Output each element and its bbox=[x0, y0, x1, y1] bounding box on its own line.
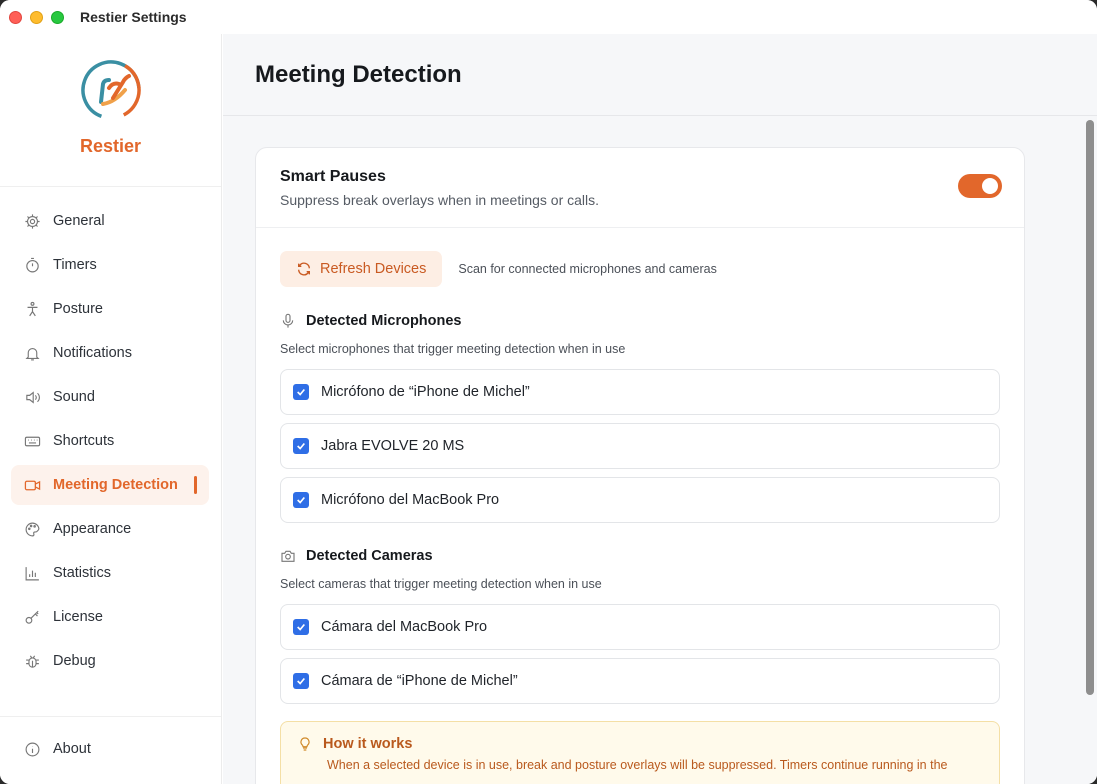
window-title: Restier Settings bbox=[80, 9, 187, 25]
cameras-title: Detected Cameras bbox=[306, 548, 433, 564]
device-label: Jabra EVOLVE 20 MS bbox=[321, 438, 465, 454]
smart-pauses-card: Smart Pauses Suppress break overlays whe… bbox=[255, 147, 1025, 784]
checkbox-checked-icon[interactable] bbox=[293, 492, 309, 508]
close-window-button[interactable] bbox=[9, 10, 22, 24]
sidebar-item-label: Statistics bbox=[53, 565, 112, 581]
bug-icon bbox=[23, 652, 41, 670]
refresh-devices-button[interactable]: Refresh Devices bbox=[280, 251, 443, 287]
microphones-description: Select microphones that trigger meeting … bbox=[280, 342, 626, 356]
zoom-window-button[interactable] bbox=[51, 10, 64, 24]
sidebar-item-timers[interactable]: Timers bbox=[11, 245, 209, 285]
cameras-description: Select cameras that trigger meeting dete… bbox=[280, 577, 602, 591]
checkbox-checked-icon[interactable] bbox=[293, 438, 309, 454]
keyboard-icon bbox=[23, 432, 41, 450]
smart-pauses-subtitle: Suppress break overlays when in meetings… bbox=[280, 192, 600, 208]
sidebar-item-label: Timers bbox=[53, 257, 97, 273]
list-item[interactable]: Cámara de “iPhone de Michel” bbox=[280, 658, 1000, 704]
sidebar-item-appearance[interactable]: Appearance bbox=[11, 509, 209, 549]
settings-window: Restier Settings Restier General Timers … bbox=[0, 0, 1097, 784]
sidebar-item-label: Notifications bbox=[53, 345, 132, 361]
microphone-icon bbox=[282, 313, 294, 328]
device-label: Cámara del MacBook Pro bbox=[321, 619, 488, 635]
key-icon bbox=[23, 608, 41, 626]
sidebar-item-statistics[interactable]: Statistics bbox=[11, 553, 209, 593]
title-bar: Restier Settings bbox=[0, 0, 1097, 34]
sidebar-item-about[interactable]: About bbox=[11, 729, 209, 769]
camera-icon bbox=[281, 550, 295, 562]
person-icon bbox=[23, 300, 41, 318]
sidebar-item-label: License bbox=[53, 609, 103, 625]
sidebar-item-license[interactable]: License bbox=[11, 597, 209, 637]
video-camera-icon bbox=[23, 476, 41, 494]
refresh-row: Refresh Devices Scan for connected micro… bbox=[280, 251, 1000, 287]
page-header: Meeting Detection bbox=[223, 34, 1097, 116]
refresh-devices-label: Refresh Devices bbox=[320, 261, 427, 277]
how-it-works-title-row: How it works bbox=[297, 736, 983, 752]
active-indicator bbox=[194, 476, 197, 494]
checkbox-checked-icon[interactable] bbox=[293, 673, 309, 689]
info-icon bbox=[23, 740, 41, 758]
sidebar-nav: General Timers Posture Notifications Sou… bbox=[0, 187, 221, 681]
sidebar-item-label: General bbox=[53, 213, 105, 229]
gear-icon bbox=[23, 212, 41, 230]
checkbox-checked-icon[interactable] bbox=[293, 384, 309, 400]
sidebar-item-label: About bbox=[53, 741, 91, 757]
how-it-works-title: How it works bbox=[323, 736, 413, 752]
sidebar-item-notifications[interactable]: Notifications bbox=[11, 333, 209, 373]
brand-header: Restier bbox=[0, 34, 221, 187]
sidebar-item-debug[interactable]: Debug bbox=[11, 641, 209, 681]
lightbulb-icon bbox=[300, 737, 310, 751]
palette-icon bbox=[23, 520, 41, 538]
sidebar-item-meeting-detection[interactable]: Meeting Detection bbox=[11, 465, 209, 505]
microphones-title: Detected Microphones bbox=[306, 313, 462, 329]
how-it-works-text: When a selected device is in use, break … bbox=[327, 758, 948, 772]
checkbox-checked-icon[interactable] bbox=[293, 619, 309, 635]
restier-logo-icon bbox=[80, 60, 141, 120]
refresh-hint: Scan for connected microphones and camer… bbox=[458, 262, 717, 276]
scrollbar-thumb[interactable] bbox=[1086, 120, 1094, 695]
card-header: Smart Pauses Suppress break overlays whe… bbox=[256, 148, 1024, 228]
smart-pauses-toggle[interactable] bbox=[958, 174, 1002, 198]
bell-icon bbox=[23, 344, 41, 362]
sidebar-item-label: Debug bbox=[53, 653, 96, 669]
list-item[interactable]: Jabra EVOLVE 20 MS bbox=[280, 423, 1000, 469]
sidebar-item-label: Appearance bbox=[53, 521, 132, 537]
smart-pauses-title: Smart Pauses bbox=[280, 168, 386, 185]
camera-list: Cámara del MacBook Pro Cámara de “iPhone… bbox=[280, 604, 1000, 704]
sidebar-item-label: Shortcuts bbox=[53, 433, 115, 449]
sidebar-footer: About bbox=[0, 716, 221, 784]
sidebar-item-sound[interactable]: Sound bbox=[11, 377, 209, 417]
sidebar-item-general[interactable]: General bbox=[11, 201, 209, 241]
scrollbar[interactable] bbox=[1083, 116, 1097, 784]
device-label: Micrófono de “iPhone de Michel” bbox=[321, 384, 530, 400]
page-title: Meeting Detection bbox=[255, 60, 462, 88]
sidebar: Restier General Timers Posture Notificat… bbox=[0, 34, 222, 784]
window-controls bbox=[9, 10, 64, 24]
minimize-window-button[interactable] bbox=[30, 10, 43, 24]
speaker-icon bbox=[23, 388, 41, 406]
cameras-section-header: Detected Cameras bbox=[280, 548, 1000, 564]
card-body: Refresh Devices Scan for connected micro… bbox=[256, 228, 1024, 784]
bar-chart-icon bbox=[23, 564, 41, 582]
list-item[interactable]: Micrófono del MacBook Pro bbox=[280, 477, 1000, 523]
microphones-section-header: Detected Microphones bbox=[280, 313, 1000, 329]
main-content: Meeting Detection Smart Pauses Suppress … bbox=[223, 34, 1097, 784]
device-label: Cámara de “iPhone de Michel” bbox=[321, 673, 518, 689]
refresh-icon bbox=[298, 262, 310, 276]
sidebar-item-shortcuts[interactable]: Shortcuts bbox=[11, 421, 209, 461]
sidebar-item-label: Posture bbox=[53, 301, 103, 317]
list-item[interactable]: Micrófono de “iPhone de Michel” bbox=[280, 369, 1000, 415]
list-item[interactable]: Cámara del MacBook Pro bbox=[280, 604, 1000, 650]
device-label: Micrófono del MacBook Pro bbox=[321, 492, 500, 508]
how-it-works-callout: How it works When a selected device is i… bbox=[280, 721, 1000, 784]
sidebar-item-label: Meeting Detection bbox=[53, 477, 178, 493]
stopwatch-icon bbox=[23, 256, 41, 274]
brand-name: Restier bbox=[79, 136, 142, 156]
microphone-list: Micrófono de “iPhone de Michel” Jabra EV… bbox=[280, 369, 1000, 523]
sidebar-item-posture[interactable]: Posture bbox=[11, 289, 209, 329]
sidebar-item-label: Sound bbox=[53, 389, 95, 405]
